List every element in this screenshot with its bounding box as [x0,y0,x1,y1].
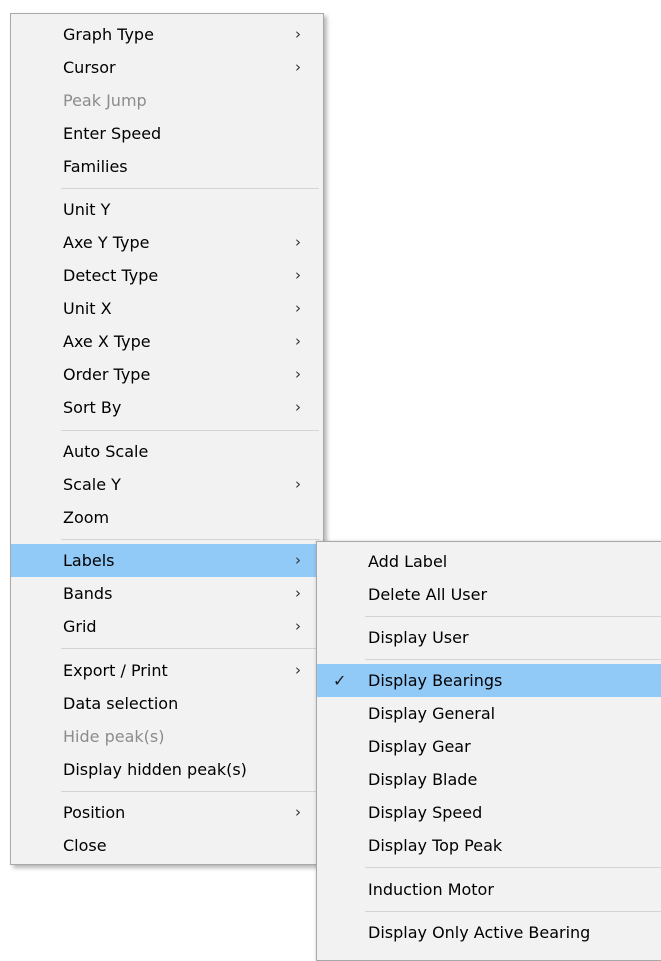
labels-submenu: Add Label Delete All User Display User ✓… [316,541,661,961]
menu-item-label: Data selection [63,694,179,713]
menu-item-order-type[interactable]: Order Type › [11,358,323,391]
menu-item-label: Families [63,157,128,176]
menu-item-label: Close [63,836,107,855]
chevron-right-icon: › [295,58,301,76]
chevron-right-icon: › [295,661,301,679]
menu-item-zoom[interactable]: Zoom [11,501,323,534]
menu-item-label: Scale Y [63,475,121,494]
menu-item-label: Display General [368,704,496,723]
menu-item-axe-y-type[interactable]: Axe Y Type › [11,226,323,259]
menu-item-label: Enter Speed [63,124,162,143]
chevron-right-icon: › [295,398,301,416]
menu-item-label: Display Top Peak [368,836,503,855]
menu-item-cursor[interactable]: Cursor › [11,51,323,84]
menu-separator [365,867,661,868]
submenu-item-display-general[interactable]: Display General [317,697,661,730]
menu-item-enter-speed[interactable]: Enter Speed [11,117,323,150]
menu-item-label: Export / Print [63,661,168,680]
chevron-right-icon: › [295,803,301,821]
menu-item-label: Induction Motor [368,880,494,899]
menu-item-label: Peak Jump [63,91,147,110]
menu-item-display-hidden-peaks[interactable]: Display hidden peak(s) [11,753,323,786]
chevron-right-icon: › [295,551,301,569]
menu-item-label: Unit X [63,299,112,318]
menu-item-scale-y[interactable]: Scale Y › [11,468,323,501]
menu-item-axe-x-type[interactable]: Axe X Type › [11,325,323,358]
menu-item-labels[interactable]: Labels › [11,544,323,577]
chevron-right-icon: › [295,25,301,43]
chevron-right-icon: › [295,332,301,350]
menu-item-label: Unit Y [63,200,111,219]
chevron-right-icon: › [295,584,301,602]
menu-separator [365,911,661,912]
menu-item-peak-jump[interactable]: Peak Jump [11,84,323,117]
menu-item-label: Cursor [63,58,116,77]
context-menu: Graph Type › Cursor › Peak Jump Enter Sp… [10,13,324,865]
menu-item-label: Display Only Active Bearing [368,923,591,942]
menu-item-hide-peaks[interactable]: Hide peak(s) [11,720,323,753]
menu-item-label: Bands [63,584,113,603]
submenu-item-display-gear[interactable]: Display Gear [317,730,661,763]
menu-item-position[interactable]: Position › [11,796,323,829]
menu-item-label: Auto Scale [63,442,149,461]
menu-item-label: Zoom [63,508,110,527]
chevron-right-icon: › [295,617,301,635]
menu-item-label: Display Bearings [368,671,503,690]
menu-item-auto-scale[interactable]: Auto Scale [11,435,323,468]
menu-item-label: Axe X Type [63,332,151,351]
menu-item-label: Labels [63,551,115,570]
submenu-item-display-user[interactable]: Display User [317,621,661,654]
chevron-right-icon: › [295,365,301,383]
menu-item-sort-by[interactable]: Sort By › [11,391,323,424]
submenu-item-add-label[interactable]: Add Label [317,545,661,578]
menu-item-bands[interactable]: Bands › [11,577,323,610]
menu-item-export-print[interactable]: Export / Print › [11,654,323,687]
submenu-item-display-only-active-bearing[interactable]: Display Only Active Bearing [317,916,661,949]
menu-separator [365,659,661,660]
chevron-right-icon: › [295,233,301,251]
menu-separator [61,791,319,792]
submenu-item-induction-motor[interactable]: Induction Motor [317,873,661,906]
submenu-item-display-bearings[interactable]: ✓ Display Bearings [317,664,661,697]
menu-item-graph-type[interactable]: Graph Type › [11,18,323,51]
menu-item-grid[interactable]: Grid › [11,610,323,643]
menu-separator [61,648,319,649]
menu-item-label: Sort By [63,398,122,417]
menu-item-data-selection[interactable]: Data selection [11,687,323,720]
submenu-item-display-blade[interactable]: Display Blade [317,763,661,796]
menu-item-label: Hide peak(s) [63,727,165,746]
menu-item-label: Add Label [368,552,448,571]
menu-item-unit-x[interactable]: Unit X › [11,292,323,325]
submenu-item-display-speed[interactable]: Display Speed [317,796,661,829]
menu-item-label: Display Speed [368,803,483,822]
menu-item-unit-y[interactable]: Unit Y [11,193,323,226]
menu-item-label: Display User [368,628,469,647]
menu-item-label: Position [63,803,126,822]
menu-item-label: Display Blade [368,770,478,789]
menu-item-label: Axe Y Type [63,233,150,252]
menu-item-label: Delete All User [368,585,488,604]
menu-separator [61,539,319,540]
submenu-item-display-top-peak[interactable]: Display Top Peak [317,829,661,862]
menu-item-label: Detect Type [63,266,159,285]
menu-separator [365,616,661,617]
menu-separator [61,430,319,431]
menu-item-label: Order Type [63,365,151,384]
menu-item-close[interactable]: Close [11,829,323,862]
chevron-right-icon: › [295,266,301,284]
menu-item-label: Grid [63,617,97,636]
menu-item-families[interactable]: Families [11,150,323,183]
checkmark-icon: ✓ [333,671,347,690]
chevron-right-icon: › [295,475,301,493]
menu-item-label: Display Gear [368,737,471,756]
menu-separator [61,188,319,189]
submenu-item-delete-all-user[interactable]: Delete All User [317,578,661,611]
menu-item-detect-type[interactable]: Detect Type › [11,259,323,292]
chevron-right-icon: › [295,299,301,317]
menu-item-label: Graph Type [63,25,154,44]
menu-item-label: Display hidden peak(s) [63,760,247,779]
